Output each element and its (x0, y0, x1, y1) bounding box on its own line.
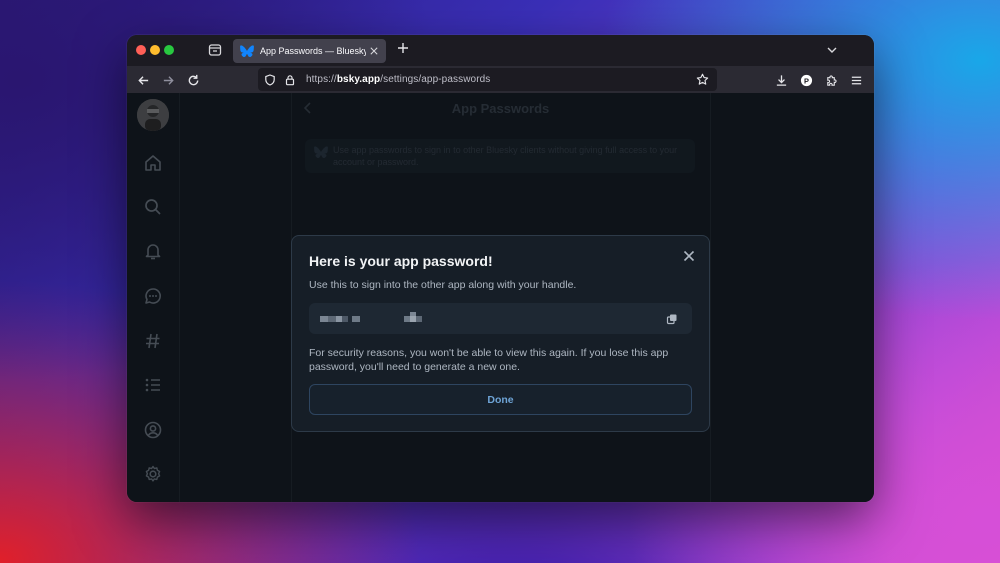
copy-icon[interactable] (666, 312, 678, 325)
firefox-view-icon[interactable] (207, 42, 223, 58)
bluesky-butterfly-icon (240, 44, 254, 58)
downloads-icon[interactable] (772, 71, 790, 89)
tab-title: App Passwords — Bluesky (260, 46, 366, 56)
forward-arrow-icon[interactable] (159, 71, 177, 89)
browser-window: App Passwords — Bluesky https://bsky.app… (127, 35, 874, 502)
active-tab[interactable]: App Passwords — Bluesky (233, 39, 386, 63)
url-host: bsky.app (336, 74, 381, 85)
app-password-dialog: Here is your app password! Use this to s… (291, 235, 710, 432)
dialog-subtitle: Use this to sign into the other app alon… (309, 279, 577, 291)
dialog-title: Here is your app password! (309, 253, 493, 269)
security-note: For security reasons, you won't be able … (309, 347, 669, 373)
back-arrow-icon[interactable] (134, 71, 152, 89)
close-icon[interactable] (681, 248, 697, 264)
tab-bar: App Passwords — Bluesky (127, 35, 874, 66)
navigation-toolbar: https://bsky.app/settings/app-passwords … (127, 66, 874, 93)
new-tab-button[interactable] (395, 41, 411, 59)
window-minimize-button[interactable] (150, 45, 160, 55)
extension-p-icon[interactable]: P (797, 71, 815, 89)
url-bar[interactable]: https://bsky.app/settings/app-passwords (258, 68, 717, 91)
url-scheme: https:// (306, 74, 337, 85)
url-text[interactable]: https://bsky.app/settings/app-passwords (306, 74, 490, 85)
url-path: /settings/app-passwords (380, 74, 491, 85)
list-all-tabs-chevron-icon[interactable] (826, 43, 840, 57)
app-password-field[interactable] (309, 303, 692, 334)
tab-close-icon[interactable] (366, 43, 382, 59)
extensions-puzzle-icon[interactable] (822, 71, 840, 89)
redacted-password-pixels (320, 312, 440, 327)
done-button[interactable]: Done (309, 384, 692, 415)
svg-text:P: P (804, 76, 809, 85)
bluesky-page: App Passwords Use app passwords to sign … (127, 93, 874, 502)
bookmark-star-icon[interactable] (696, 73, 709, 86)
reload-icon[interactable] (184, 71, 202, 89)
window-close-button[interactable] (136, 45, 146, 55)
tracking-protection-shield-icon[interactable] (264, 73, 276, 86)
lock-icon[interactable] (284, 74, 296, 86)
hamburger-menu-icon[interactable] (847, 71, 865, 89)
window-maximize-button[interactable] (164, 45, 174, 55)
